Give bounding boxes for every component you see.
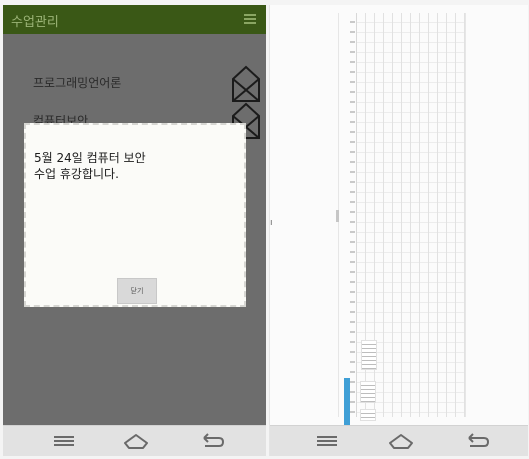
navigation-bar (3, 425, 266, 456)
back-icon[interactable] (195, 429, 229, 453)
dialog-message-line: 수업 휴강합니다. (34, 167, 119, 181)
app-title: 수업관리 (11, 15, 59, 30)
course-name: 프로그래밍언어론 (33, 76, 122, 90)
home-icon[interactable] (384, 429, 418, 453)
app-bar: 수업관리 (3, 5, 266, 34)
right-phone-screen: ı (269, 5, 528, 456)
scroll-thumb[interactable] (336, 210, 339, 222)
class-block[interactable] (361, 340, 377, 370)
envelope-icon[interactable] (231, 65, 261, 103)
dialog-message: 5월 24일 컴퓨터 보안 수업 휴강합니다. (34, 150, 234, 182)
notice-dialog: 5월 24일 컴퓨터 보안 수업 휴강합니다. 닫기 (24, 123, 246, 307)
highlighted-class-block[interactable] (344, 378, 350, 426)
class-block[interactable] (360, 409, 376, 421)
back-icon[interactable] (460, 429, 494, 453)
home-icon[interactable] (119, 429, 153, 453)
navigation-bar (270, 425, 528, 456)
edge-tick: ı (270, 218, 273, 228)
course-list-item[interactable]: 프로그래밍언어론 (33, 74, 121, 91)
menu-lines-icon[interactable] (47, 429, 81, 453)
dialog-message-line: 5월 24일 컴퓨터 보안 (34, 151, 146, 165)
time-column (350, 13, 355, 417)
close-button[interactable]: 닫기 (117, 278, 157, 304)
left-phone-screen: 수업관리 프로그래밍언어론 컴퓨터보안 5월 24일 컴퓨터 보안 수업 휴강합… (3, 5, 266, 456)
menu-lines-icon[interactable] (310, 429, 344, 453)
class-block[interactable] (360, 381, 376, 403)
overflow-menu-icon[interactable] (244, 14, 256, 24)
